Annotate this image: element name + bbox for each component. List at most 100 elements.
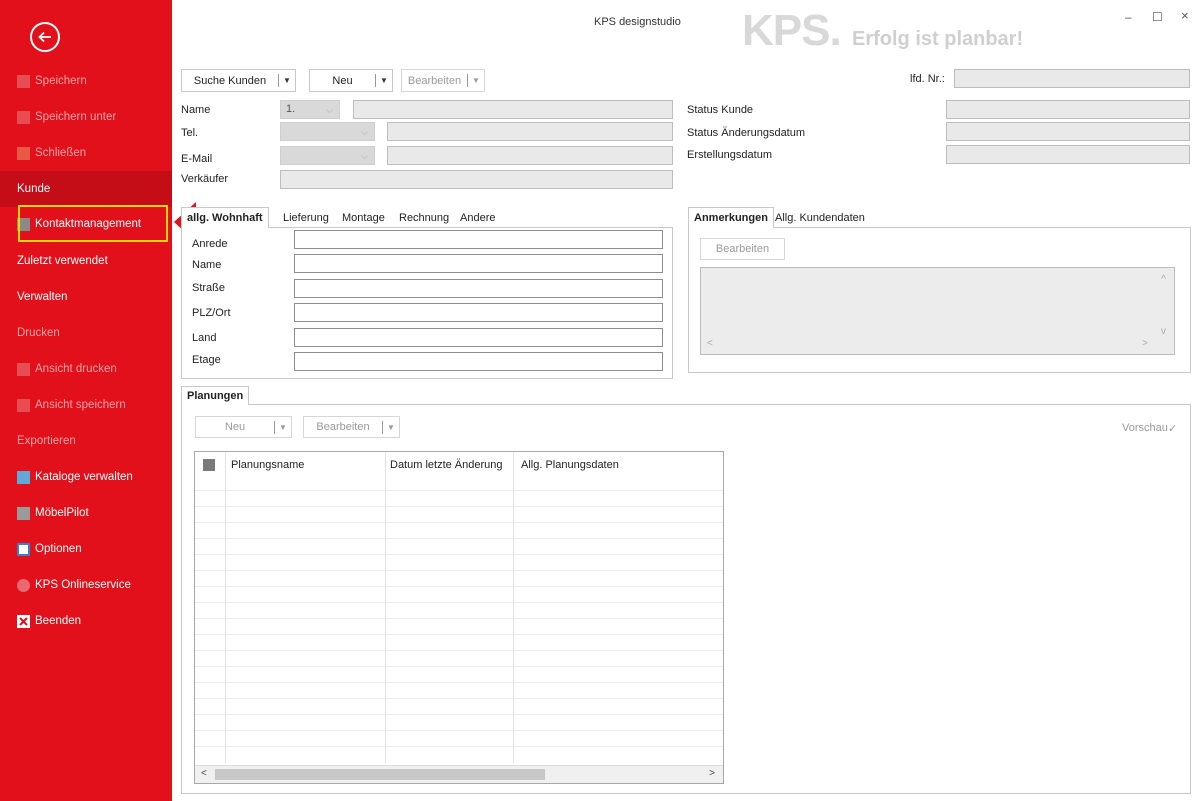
catalog-icon [17,470,30,484]
table-row [195,698,723,699]
menu-exportieren[interactable]: Exportieren [0,423,172,459]
preview-checkbox[interactable]: ✓ [1168,422,1177,435]
tel-field[interactable] [387,122,673,141]
created-field[interactable] [946,145,1190,164]
anrede-field[interactable] [294,230,663,249]
plannings-grid[interactable]: Planungsname Datum letzte Änderung Allg.… [194,451,724,784]
email-field[interactable] [387,146,673,165]
notes-edit-button[interactable]: Bearbeiten [700,238,785,260]
scroll-right-icon[interactable]: > [709,768,715,779]
menu-beenden[interactable]: Beenden [0,603,172,639]
col-header-planungsname[interactable]: Planungsname [231,459,304,471]
col-header-datum[interactable]: Datum letzte Änderung [390,459,503,471]
etage-field[interactable] [294,352,663,371]
table-row [195,714,723,715]
status-date-label: Status Änderungsdatum [687,127,806,139]
menu-zuletzt-label: Zuletzt verwendet [17,255,108,267]
plz-ort-field[interactable] [294,303,663,322]
maximize-button[interactable]: ☐ [1152,10,1163,24]
highlight-box [18,205,168,242]
menu-moebelpilot[interactable]: MöbelPilot [0,495,172,531]
menu-optionen[interactable]: Optionen [0,531,172,567]
name-label: Name [181,104,211,116]
plannings-edit-button[interactable]: Bearbeiten ▼ [303,416,400,438]
tab-anmerkungen[interactable]: Anmerkungen [688,207,774,228]
chevron-down-icon[interactable]: ▼ [376,76,392,85]
menu-ansicht-drucken[interactable]: Ansicht drucken [0,351,172,387]
menu-kunde[interactable]: Kunde [0,171,172,207]
menu-save-as[interactable]: Speichern unter [0,99,172,135]
search-customer-label: Suche Kunden [193,74,267,87]
lfd-nr-field[interactable] [954,69,1190,88]
menu-kataloge[interactable]: Kataloge verwalten [0,459,172,495]
status-date-field[interactable] [946,122,1190,141]
scroll-left-icon[interactable]: < [707,338,713,349]
tel-label: Tel. [181,127,199,139]
search-customer-button[interactable]: Suche Kunden ▼ [181,69,296,92]
table-row [195,522,723,523]
addr-name-field[interactable] [294,254,663,273]
chevron-down-icon: ⌵ [361,127,368,137]
plannings-new-label: Neu [224,421,246,433]
scrollbar-thumb[interactable] [215,769,545,780]
addr-name-label: Name [192,259,222,271]
table-row [195,618,723,619]
chevron-down-icon[interactable]: ▼ [383,423,399,432]
edit-customer-button[interactable]: Bearbeiten ▼ [401,69,485,92]
tel-type-combo[interactable]: ⌵ [280,122,375,141]
plannings-new-button[interactable]: Neu ▼ [195,416,292,438]
tab-allg-wohnhaft[interactable]: allg. Wohnhaft [181,207,269,228]
close-window-button[interactable]: × [1181,8,1189,23]
menu-ansicht-drucken-label: Ansicht drucken [35,363,117,375]
menu-close[interactable]: Schließen [0,135,172,171]
seller-field[interactable] [280,170,673,189]
chevron-down-icon[interactable]: ▼ [468,76,484,85]
scroll-left-icon[interactable]: < [201,768,207,779]
table-row [195,490,723,491]
menu-save[interactable]: Speichern [0,63,172,99]
minimize-button[interactable]: – [1125,10,1132,24]
menu-optionen-label: Optionen [35,543,82,555]
tab-rechnung[interactable]: Rechnung [399,212,449,224]
email-type-combo[interactable]: ⌵ [280,146,375,165]
preview-label: Vorschau [1122,422,1168,434]
table-row [195,634,723,635]
tab-allg-kundendaten[interactable]: Allg. Kundendaten [775,212,865,224]
name-field[interactable] [353,100,673,119]
status-field[interactable] [946,100,1190,119]
chevron-down-icon[interactable]: ▼ [275,423,291,432]
table-row [195,650,723,651]
tab-montage[interactable]: Montage [342,212,385,224]
col-header-allg-daten[interactable]: Allg. Planungsdaten [521,459,619,471]
folder-icon [17,146,30,160]
land-field[interactable] [294,328,663,347]
menu-ansicht-speichern-label: Ansicht speichern [35,399,126,411]
new-customer-button[interactable]: Neu ▼ [309,69,393,92]
tab-planungen[interactable]: Planungen [181,386,250,405]
menu-zuletzt-verwendet[interactable]: Zuletzt verwendet [0,243,172,279]
menu-onlineservice[interactable]: KPS Onlineservice [0,567,172,603]
notes-textarea[interactable]: ^ v < > [700,267,1175,355]
table-row [195,682,723,683]
menu-kunde-label: Kunde [17,183,51,195]
name-prefix-combo[interactable]: 1. ⌵ [280,100,340,119]
menu-verwalten[interactable]: Verwalten [0,279,172,315]
menu-drucken[interactable]: Drucken [0,315,172,351]
chevron-down-icon[interactable]: ▼ [279,76,295,85]
land-label: Land [192,332,217,344]
scroll-right-icon[interactable]: > [1142,338,1148,349]
horizontal-scrollbar[interactable]: < > [195,765,723,783]
back-button[interactable] [30,22,60,52]
plannings-edit-label: Bearbeiten [316,421,370,433]
tab-andere[interactable]: Andere [460,212,495,224]
table-row [195,666,723,667]
kps-logo: KPS. [742,6,842,55]
status-label: Status Kunde [687,104,754,116]
tab-lieferung[interactable]: Lieferung [283,212,329,224]
strasse-field[interactable] [294,279,663,298]
scroll-down-icon[interactable]: v [1161,326,1166,337]
strasse-label: Straße [192,282,226,294]
table-row [195,538,723,539]
menu-ansicht-speichern[interactable]: Ansicht speichern [0,387,172,423]
scroll-up-icon[interactable]: ^ [1161,274,1166,285]
